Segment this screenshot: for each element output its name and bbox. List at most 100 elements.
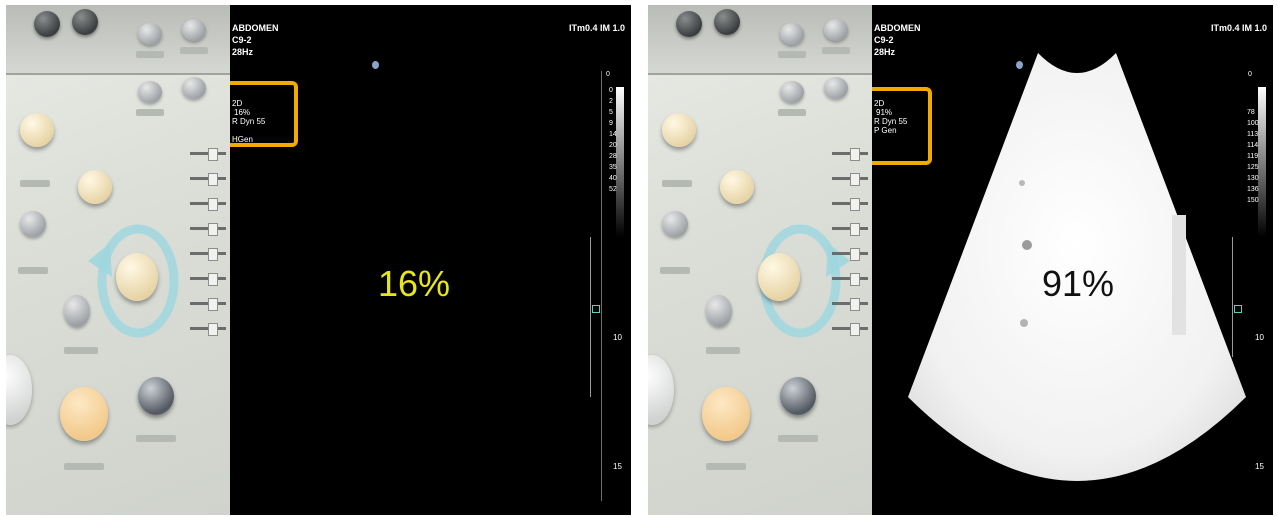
small-button-3[interactable] <box>780 81 804 103</box>
small-button-2[interactable] <box>824 19 848 41</box>
steel-button[interactable] <box>780 377 816 415</box>
cream-button-2[interactable] <box>720 170 754 204</box>
scale-top-label: 0 <box>606 71 610 78</box>
button-label <box>136 51 164 58</box>
tgc-slider-8[interactable] <box>832 323 868 336</box>
tgc-slider-7[interactable] <box>832 298 868 311</box>
exam-label: ABDOMEN <box>874 23 921 33</box>
button-label <box>706 463 746 470</box>
small-button-3[interactable] <box>138 81 162 103</box>
scale-tick-label: 136 <box>1247 186 1259 193</box>
tgc-slider-4[interactable] <box>190 223 226 236</box>
scale-tick-label: 20 <box>609 142 617 149</box>
depth-label-10: 10 <box>1255 333 1264 342</box>
peach-button[interactable] <box>60 387 108 441</box>
highlight-box <box>872 87 932 165</box>
tgc-slider-6[interactable] <box>832 273 868 286</box>
scale-tick-label: 9 <box>609 120 613 127</box>
gain-percent-display: 91% <box>1042 263 1115 304</box>
probe-label: C9-2 <box>232 35 252 45</box>
tgc-slider-5[interactable] <box>190 248 226 261</box>
button-label <box>662 180 692 187</box>
button-label <box>660 267 690 274</box>
highlight-box <box>230 81 298 147</box>
tgc-slider-1[interactable] <box>832 148 868 161</box>
white-trackball-edge[interactable] <box>648 355 674 425</box>
top-knob-2[interactable] <box>72 9 98 35</box>
frame-rate-label: 28Hz <box>232 47 254 57</box>
probe-label: C9-2 <box>874 35 894 45</box>
tgc-slider-8[interactable] <box>190 323 226 336</box>
index-readout: ITm0.4 IM 1.0 <box>568 23 625 33</box>
tgc-slider-1[interactable] <box>190 148 226 161</box>
button-label <box>778 51 806 58</box>
gain-knob[interactable] <box>758 253 800 301</box>
ultrasound-panel-low-gain: ABDOMEN C9-2 28Hz ITm0.4 IM 1.0 2D 16% R… <box>6 5 631 515</box>
peach-button[interactable] <box>702 387 750 441</box>
grey-button-left[interactable] <box>662 211 688 237</box>
ultrasound-screen: ABDOMEN C9-2 28Hz ITm0.4 IM 1.0 2D 16% R… <box>230 5 631 515</box>
button-label <box>778 109 806 116</box>
focus-indicator-icon <box>1234 305 1242 313</box>
small-button-2[interactable] <box>182 19 206 41</box>
scale-tick-label: 100 <box>1247 120 1259 127</box>
depth-marker <box>1232 237 1233 357</box>
ultrasound-screen: ABDOMEN C9-2 28Hz ITm0.4 IM 1.0 2D 91% R… <box>872 5 1273 515</box>
top-knob-1[interactable] <box>676 11 702 37</box>
scale-tick-label: 119 <box>1247 153 1259 160</box>
tgc-slider-3[interactable] <box>832 198 868 211</box>
button-label <box>706 347 740 354</box>
button-label <box>20 180 50 187</box>
scale-tick-label: 2 <box>609 98 613 105</box>
scale-tick-label: 113 <box>1247 131 1259 138</box>
button-label <box>64 463 104 470</box>
small-button-4[interactable] <box>824 77 848 99</box>
steel-button[interactable] <box>138 377 174 415</box>
scale-tick-label: 114 <box>1247 142 1259 149</box>
tgc-slider-3[interactable] <box>190 198 226 211</box>
gain-percent-display: 16% <box>378 263 451 304</box>
depth-marker <box>590 237 591 397</box>
top-knob-1[interactable] <box>34 11 60 37</box>
focus-marker-icon <box>1016 61 1023 69</box>
button-label <box>136 109 164 116</box>
small-button-4[interactable] <box>182 77 206 99</box>
ultrasound-panel-high-gain: ABDOMEN C9-2 28Hz ITm0.4 IM 1.0 2D 91% R… <box>648 5 1273 515</box>
scale-tick-label: 35 <box>609 164 617 171</box>
scale-line <box>601 71 602 501</box>
small-button-1[interactable] <box>138 23 162 45</box>
tgc-slider-7[interactable] <box>190 298 226 311</box>
scale-top-label: 0 <box>1248 71 1252 78</box>
scale-tick-label: 40 <box>609 175 617 182</box>
grey-button-mid[interactable] <box>64 295 90 327</box>
depth-label-15: 15 <box>1255 462 1264 471</box>
button-label <box>136 435 176 442</box>
tgc-slider-5[interactable] <box>832 248 868 261</box>
gain-knob[interactable] <box>116 253 158 301</box>
tgc-slider-6[interactable] <box>190 273 226 286</box>
small-button-1[interactable] <box>780 23 804 45</box>
button-label <box>64 347 98 354</box>
exam-label: ABDOMEN <box>232 23 279 33</box>
top-knob-2[interactable] <box>714 9 740 35</box>
control-console <box>6 5 230 515</box>
white-trackball-edge[interactable] <box>6 355 32 425</box>
depth-label-15: 15 <box>613 462 622 471</box>
focus-indicator-icon <box>592 305 600 313</box>
cream-button-2[interactable] <box>78 170 112 204</box>
button-label <box>18 267 48 274</box>
grey-button-left[interactable] <box>20 211 46 237</box>
cream-button-1[interactable] <box>662 113 696 147</box>
scale-tick-label: 130 <box>1247 175 1259 182</box>
tgc-slider-2[interactable] <box>832 173 868 186</box>
focus-marker-icon <box>372 61 379 69</box>
cream-button-1[interactable] <box>20 113 54 147</box>
grey-button-mid[interactable] <box>706 295 732 327</box>
button-label <box>180 47 208 54</box>
scale-tick-label: 52 <box>609 186 617 193</box>
button-label <box>822 47 850 54</box>
scale-tick-label: 0 <box>609 87 613 94</box>
depth-label-10: 10 <box>613 333 622 342</box>
tgc-slider-2[interactable] <box>190 173 226 186</box>
tgc-slider-4[interactable] <box>832 223 868 236</box>
